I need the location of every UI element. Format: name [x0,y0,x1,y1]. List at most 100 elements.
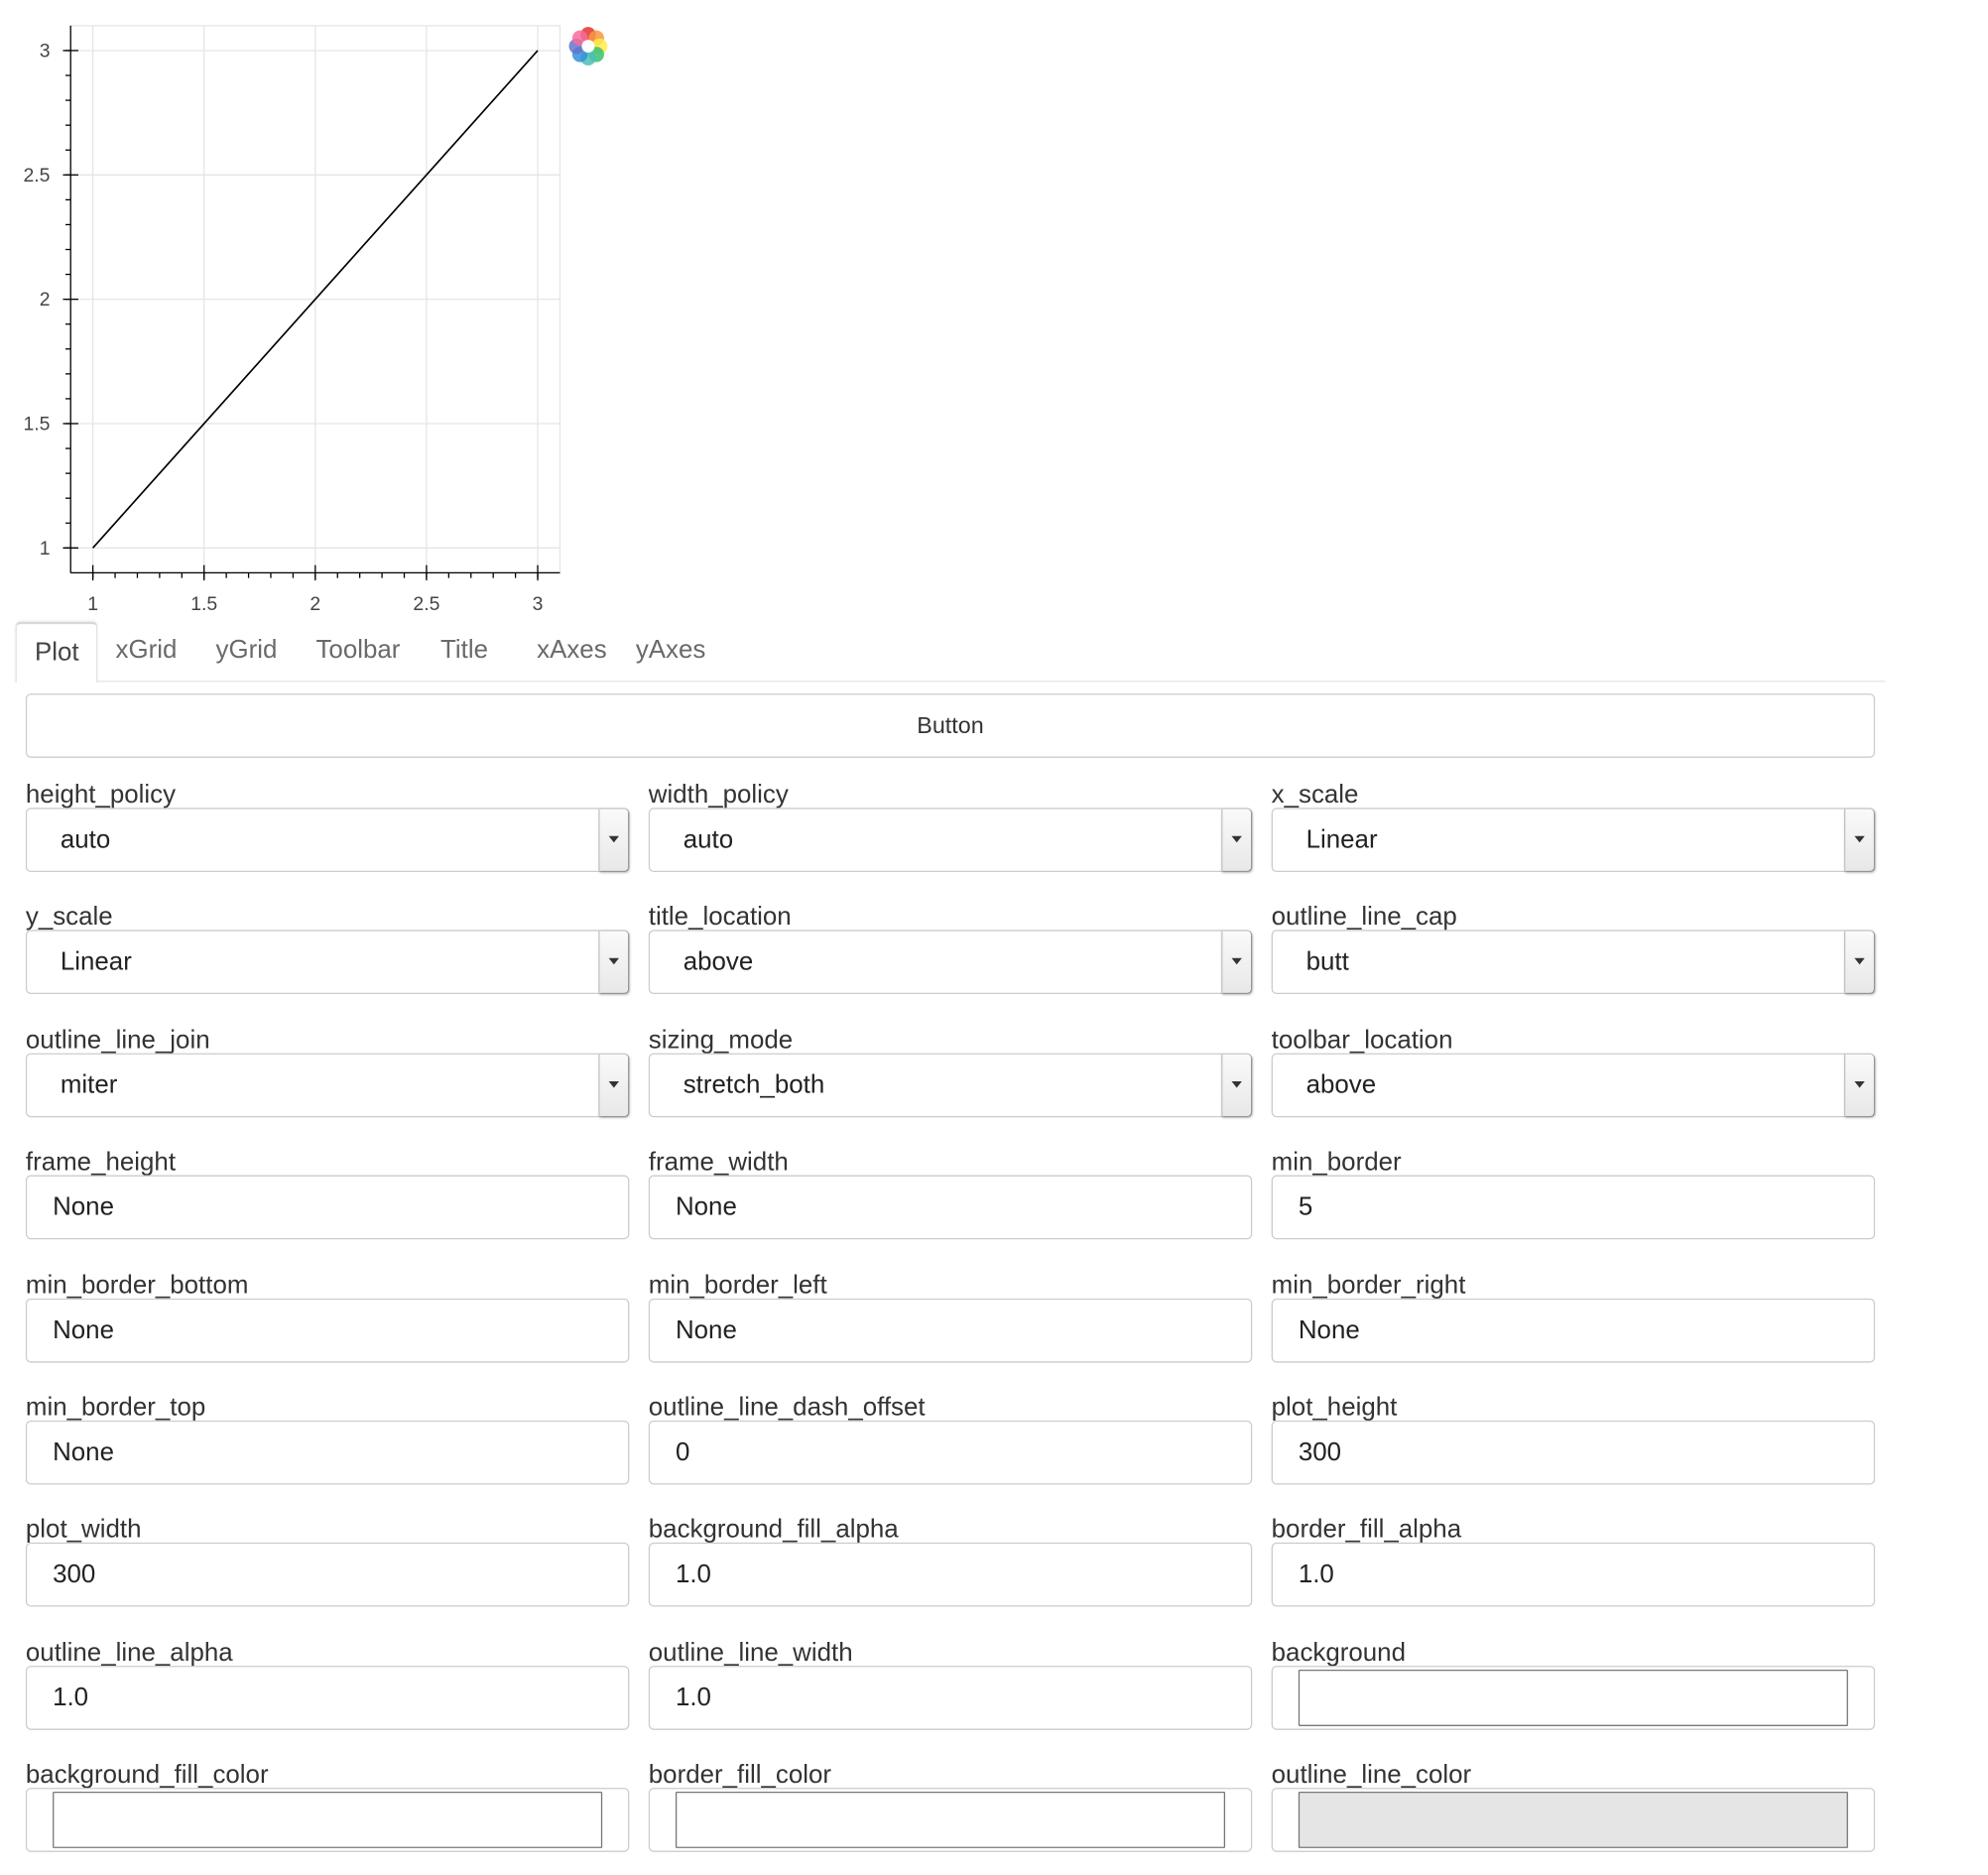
y-scale-select[interactable]: Linear [25,930,630,995]
main-button[interactable]: Button [25,693,1876,758]
height-policy-select[interactable]: auto [25,808,630,873]
background-color-picker[interactable] [1271,1665,1876,1730]
outline-line-color-color-swatch[interactable] [1298,1792,1848,1849]
outline-line-alpha-value: 1.0 [53,1683,89,1712]
frame-height-input[interactable]: None [25,1175,630,1240]
x-scale-label: x_scale [1271,781,1359,810]
toolbar-location-selected-value: above [1305,1070,1377,1099]
frame-width-label: frame_width [648,1148,789,1178]
border-fill-alpha-input[interactable]: 1.0 [1271,1543,1876,1608]
height-policy-selected-value: auto [60,825,111,854]
min-border-left-label: min_border_left [648,1271,827,1300]
tab-toolbar[interactable]: Toolbar [298,622,418,679]
outline-line-width-value: 1.0 [675,1683,711,1712]
plot-width-input[interactable]: 300 [25,1543,630,1608]
tab-xaxes[interactable]: xAxes [519,622,625,679]
width-policy-label: width_policy [648,781,789,810]
outline-line-join-selected-value: miter [60,1070,118,1099]
min-border-input[interactable]: 5 [1271,1175,1876,1240]
min-border-top-input[interactable]: None [25,1420,630,1485]
x-scale-select[interactable]: Linear [1271,808,1876,873]
title-location-select[interactable]: above [648,930,1253,995]
line-chart[interactable]: 1 1.5 2 2.5 3 1 1.5 2 2.5 3 [0,0,616,623]
background-color-swatch[interactable] [1298,1669,1848,1726]
x-tick-label: 1 [87,593,98,615]
min-border-right-value: None [1298,1315,1360,1344]
tab-ygrid[interactable]: yGrid [197,622,295,679]
y-tick-label: 1.5 [24,413,51,435]
x-tick-label: 2.5 [413,593,439,615]
frame-height-value: None [53,1192,114,1222]
background-label: background [1271,1638,1406,1668]
plot-width-label: plot_width [25,1516,142,1545]
width-policy-selected-value: auto [683,825,734,854]
sizing-mode-label: sizing_mode [648,1026,794,1055]
chevron-down-icon[interactable] [598,932,629,994]
border-fill-alpha-label: border_fill_alpha [1271,1516,1462,1545]
x-tick-label: 1.5 [190,593,217,615]
border-fill-color-color-swatch[interactable] [675,1792,1226,1849]
chevron-down-icon[interactable] [598,1054,629,1116]
min-border-bottom-label: min_border_bottom [25,1271,249,1300]
background-fill-alpha-value: 1.0 [675,1561,711,1589]
width-policy-select[interactable]: auto [648,808,1253,873]
outline-line-width-label: outline_line_width [648,1638,853,1668]
outline-line-alpha-input[interactable]: 1.0 [25,1665,630,1730]
outline-line-cap-selected-value: butt [1305,947,1349,977]
min-border-label: min_border [1271,1148,1402,1178]
background-fill-color-color-swatch[interactable] [53,1792,603,1849]
title-location-selected-value: above [683,947,754,977]
plot-height-value: 300 [1298,1438,1342,1467]
x-scale-selected-value: Linear [1305,825,1378,854]
min-border-bottom-value: None [53,1315,114,1344]
tab-yaxes[interactable]: yAxes [618,622,724,679]
tab-xgrid[interactable]: xGrid [97,622,194,679]
plot-width-value: 300 [53,1561,96,1589]
chevron-down-icon[interactable] [1844,1054,1874,1116]
toolbar-location-select[interactable]: above [1271,1053,1876,1118]
plot-height-input[interactable]: 300 [1271,1420,1876,1485]
outline-line-dash-offset-input[interactable]: 0 [648,1420,1253,1485]
min-border-left-input[interactable]: None [648,1298,1253,1363]
border-fill-color-color-picker[interactable] [648,1788,1253,1853]
chevron-down-icon[interactable] [1221,809,1251,871]
min-border-bottom-input[interactable]: None [25,1298,630,1363]
min-border-top-label: min_border_top [25,1393,206,1423]
tab-plot[interactable]: Plot [15,621,98,684]
chevron-down-icon[interactable] [1221,1054,1251,1116]
min-border-value: 5 [1298,1192,1313,1222]
chevron-down-icon[interactable] [1844,809,1874,871]
min-border-right-input[interactable]: None [1271,1298,1876,1363]
background-fill-color-color-picker[interactable] [25,1788,630,1853]
tab-title[interactable]: Title [423,622,506,679]
outline-line-join-label: outline_line_join [25,1026,210,1055]
background-fill-color-label: background_fill_color [25,1761,269,1790]
chevron-down-icon[interactable] [1844,932,1874,994]
min-border-right-label: min_border_right [1271,1271,1466,1300]
outline-line-cap-label: outline_line_cap [1271,903,1457,933]
outline-line-color-color-picker[interactable] [1271,1788,1876,1853]
sizing-mode-select[interactable]: stretch_both [648,1053,1253,1118]
frame-height-label: frame_height [25,1148,177,1178]
background-fill-alpha-input[interactable]: 1.0 [648,1543,1253,1608]
x-tick-label: 2 [310,593,320,615]
outline-line-cap-select[interactable]: butt [1271,930,1876,995]
outline-line-join-select[interactable]: miter [25,1053,630,1118]
min-border-top-value: None [53,1438,114,1467]
outline-line-dash-offset-value: 0 [675,1438,690,1467]
y-scale-label: y_scale [25,903,113,933]
height-policy-label: height_policy [25,781,177,810]
y-tick-label: 2 [40,289,51,311]
chevron-down-icon[interactable] [598,809,629,871]
frame-width-input[interactable]: None [648,1175,1253,1240]
outline-line-width-input[interactable]: 1.0 [648,1665,1253,1730]
toolbar-location-label: toolbar_location [1271,1026,1453,1055]
y-scale-selected-value: Linear [60,947,132,977]
tab-bar: Plot xGrid yGrid Toolbar Title xAxes yAxes [15,621,1886,684]
sizing-mode-selected-value: stretch_both [683,1070,825,1099]
chevron-down-icon[interactable] [1221,932,1251,994]
y-tick-label: 2.5 [24,165,51,187]
min-border-left-value: None [675,1315,737,1344]
frame-width-value: None [675,1192,737,1222]
bokeh-logo-icon[interactable] [566,25,610,68]
